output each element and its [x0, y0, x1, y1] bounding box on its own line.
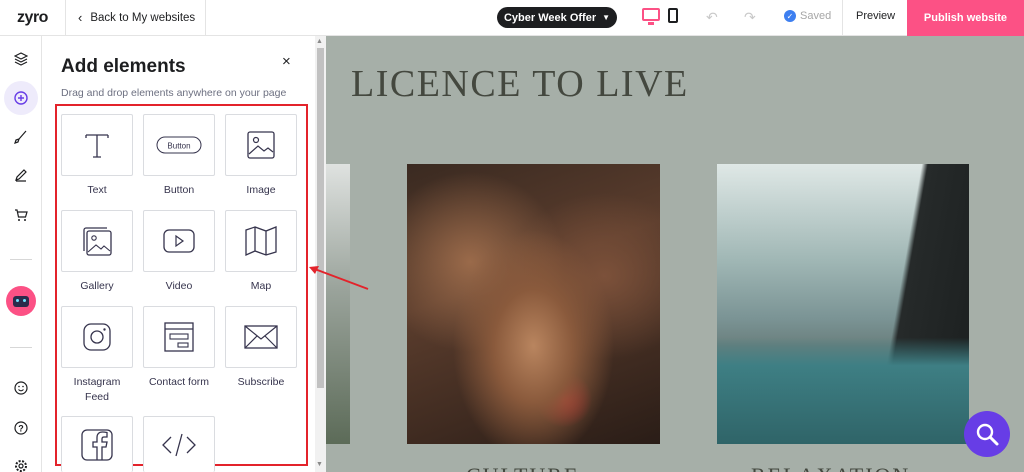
element-tile-gallery[interactable]: Gallery — [61, 210, 133, 294]
tile-label: Video — [165, 280, 193, 292]
robot-icon[interactable] — [6, 286, 36, 316]
relaxation-image[interactable] — [717, 164, 969, 444]
instagram-icon — [61, 306, 133, 368]
saved-status: ✓ Saved — [784, 10, 831, 22]
element-tile-embed-code[interactable] — [143, 416, 215, 472]
left-sidebar: ? — [0, 36, 42, 472]
search-chat-button[interactable] — [964, 411, 1010, 457]
button-icon: Button — [143, 114, 215, 176]
text-icon — [61, 114, 133, 176]
add-elements-panel: Add elements × Drag and drop elements an… — [42, 36, 315, 472]
element-tile-contact-form[interactable]: Contact form — [143, 306, 215, 390]
close-icon[interactable]: × — [282, 53, 291, 70]
annotation-arrow — [309, 266, 369, 290]
facebook-icon — [61, 416, 133, 472]
panel-subtitle: Drag and drop elements anywhere on your … — [61, 87, 287, 99]
map-icon — [225, 210, 297, 272]
code-icon — [143, 416, 215, 472]
scroll-down-icon[interactable]: ▼ — [316, 461, 323, 468]
panel-title: Add elements — [61, 56, 186, 77]
tile-label: Image — [246, 184, 276, 196]
site-heading[interactable]: LICENCE TO LIVE — [351, 62, 689, 106]
element-tile-button[interactable]: Button Button — [143, 114, 215, 198]
divider — [842, 0, 843, 36]
scrollbar-thumb[interactable] — [317, 48, 324, 388]
cart-icon[interactable] — [4, 198, 38, 232]
website-canvas[interactable]: LICENCE TO LIVE CULTURE RELAXATION — [326, 36, 1024, 472]
layers-icon[interactable] — [4, 42, 38, 76]
tile-label: Map — [250, 280, 272, 292]
tile-label: Contact form — [148, 376, 210, 388]
add-element-icon[interactable] — [4, 81, 38, 115]
envelope-icon — [225, 306, 297, 368]
partial-image[interactable] — [326, 164, 350, 444]
tile-label: Text — [87, 184, 107, 196]
video-icon — [143, 210, 215, 272]
contact-form-icon — [143, 306, 215, 368]
element-tile-subscribe[interactable]: Subscribe — [225, 306, 297, 390]
help-icon[interactable]: ? — [4, 411, 38, 445]
undo-icon[interactable]: ↶ — [706, 9, 718, 26]
button-icon-text: Button — [167, 142, 190, 151]
culture-image[interactable] — [407, 164, 660, 444]
gallery-icon — [61, 210, 133, 272]
tile-label: Subscribe — [237, 376, 285, 388]
svg-text:?: ? — [18, 424, 24, 434]
element-tile-video[interactable]: Video — [143, 210, 215, 294]
scroll-up-icon[interactable]: ▲ — [316, 38, 323, 45]
rail-divider — [10, 259, 32, 260]
culture-heading[interactable]: CULTURE — [466, 463, 579, 472]
back-label: Back to My websites — [90, 11, 196, 24]
tile-label: Button — [163, 184, 195, 196]
saved-label: Saved — [800, 10, 832, 22]
desktop-view-icon[interactable] — [642, 8, 660, 25]
search-icon — [976, 423, 999, 446]
smile-icon[interactable] — [4, 371, 38, 405]
element-tile-text[interactable]: Text — [61, 114, 133, 198]
tile-label: Instagram Feed — [73, 376, 121, 403]
redo-icon[interactable]: ↷ — [744, 9, 756, 26]
pen-icon[interactable] — [4, 158, 38, 192]
element-tile-map[interactable]: Map — [225, 210, 297, 294]
back-to-websites-link[interactable]: ‹ Back to My websites — [66, 0, 206, 36]
check-circle-icon: ✓ — [784, 10, 796, 22]
cyber-week-offer-button[interactable]: Cyber Week Offer ▼ — [497, 7, 617, 28]
element-tile-image[interactable]: Image — [225, 114, 297, 198]
element-tile-facebook[interactable] — [61, 416, 133, 472]
rail-divider — [10, 347, 32, 348]
preview-button[interactable]: Preview — [856, 10, 895, 22]
element-tile-instagram-feed[interactable]: Instagram Feed — [61, 306, 133, 405]
brush-icon[interactable] — [4, 120, 38, 154]
mobile-view-icon[interactable] — [668, 8, 678, 23]
chevron-down-icon: ▼ — [602, 13, 611, 22]
publish-website-button[interactable]: Publish website — [907, 0, 1024, 36]
relaxation-heading[interactable]: RELAXATION — [751, 463, 910, 472]
settings-icon[interactable] — [4, 449, 38, 472]
image-icon — [225, 114, 297, 176]
offer-label: Cyber Week Offer — [503, 11, 597, 24]
chevron-left-icon: ‹ — [78, 10, 83, 25]
tile-label: Gallery — [80, 280, 114, 292]
zyro-logo[interactable]: zyro — [0, 0, 66, 36]
